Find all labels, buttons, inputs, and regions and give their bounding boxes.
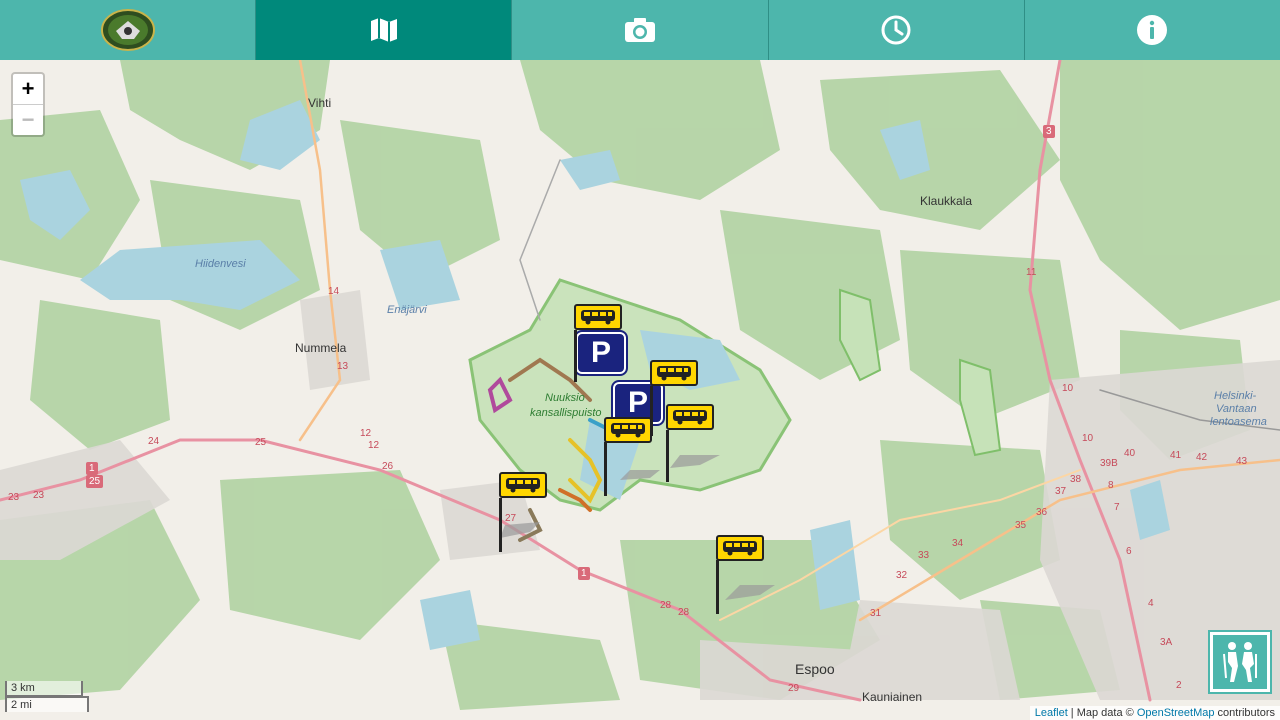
place-vihti: Vihti: [308, 96, 332, 110]
bus-stop-marker[interactable]: [604, 417, 652, 443]
top-nav: [0, 0, 1280, 60]
map-canvas[interactable]: Vihti Hiidenvesi Nummela Enäjärvi Nuuksi…: [0, 60, 1280, 720]
tab-home-logo[interactable]: [0, 0, 257, 60]
place-kauniainen: Kauniainen: [862, 690, 923, 704]
road-40: 40: [1124, 448, 1136, 459]
road-41: 41: [1170, 450, 1182, 461]
zoom-out-button[interactable]: −: [13, 104, 43, 135]
logo-icon: [100, 9, 155, 51]
road-28b: 28: [678, 607, 690, 618]
road-badge-3: 3: [1043, 125, 1055, 138]
camera-icon: [625, 18, 655, 42]
road-34: 34: [952, 538, 964, 549]
road-37: 37: [1055, 486, 1067, 497]
tab-map[interactable]: [256, 0, 513, 60]
place-nummela: Nummela: [295, 341, 347, 355]
place-airport-2: Vantaan: [1216, 403, 1257, 415]
scale-bar: 3 km 2 mi: [5, 681, 89, 712]
road-4: 4: [1148, 598, 1154, 609]
scale-imperial: 2 mi: [5, 696, 89, 712]
road-2: 2: [1176, 680, 1182, 691]
road-43: 43: [1236, 456, 1248, 467]
tab-camera[interactable]: [512, 0, 769, 60]
road-27: 27: [505, 513, 517, 524]
place-nuuksio: Nuuksio: [545, 392, 585, 404]
bus-pole: [666, 430, 669, 482]
hiking-button[interactable]: [1208, 630, 1272, 694]
hikers-icon: [1223, 642, 1257, 682]
road-13: 13: [337, 361, 349, 372]
road-39b: 39B: [1100, 458, 1118, 469]
place-nuuksio-park: kansallispuisto: [530, 407, 602, 419]
clock-icon: [881, 15, 911, 45]
attribution-suffix: contributors: [1214, 707, 1275, 719]
tab-history[interactable]: [769, 0, 1025, 60]
place-hiidenvesi: Hiidenvesi: [195, 258, 246, 270]
place-airport-1: Helsinki-: [1214, 390, 1257, 402]
bus-stop-marker[interactable]: [574, 304, 622, 330]
tab-info[interactable]: [1025, 0, 1280, 60]
road-3a: 3A: [1160, 637, 1173, 648]
road-10a: 10: [1062, 383, 1074, 394]
bus-icon: [506, 478, 540, 493]
zoom-in-button[interactable]: +: [13, 74, 43, 104]
road-badge-25: 25: [86, 475, 104, 488]
bus-stop-marker[interactable]: [716, 535, 764, 561]
scale-metric: 3 km: [5, 681, 83, 697]
road-23b: 23: [33, 490, 45, 501]
road-12b: 12: [368, 440, 380, 451]
attribution: Leaflet | Map data © OpenStreetMap contr…: [1029, 706, 1280, 720]
place-enajarvi: Enäjärvi: [387, 304, 427, 316]
info-icon: [1137, 15, 1168, 45]
parking-marker[interactable]: P: [574, 330, 628, 376]
road-26: 26: [382, 461, 394, 472]
road-14: 14: [328, 286, 340, 297]
place-espoo: Espoo: [795, 661, 835, 677]
road-12a: 12: [360, 428, 372, 439]
bus-stop-marker[interactable]: [650, 360, 698, 386]
road-36: 36: [1036, 507, 1048, 518]
bus-pole: [716, 560, 719, 614]
road-28a: 28: [660, 600, 672, 611]
road-38: 38: [1070, 474, 1082, 485]
zoom-control: + −: [11, 72, 45, 137]
road-29: 29: [788, 683, 800, 694]
bus-icon: [723, 541, 757, 556]
bus-pole: [499, 498, 502, 552]
leaflet-link[interactable]: Leaflet: [1035, 707, 1068, 719]
road-11: 11: [1026, 267, 1037, 278]
bus-icon: [657, 366, 691, 381]
osm-link[interactable]: OpenStreetMap: [1137, 707, 1215, 719]
bus-stop-marker[interactable]: [499, 472, 547, 498]
road-32: 32: [896, 570, 908, 581]
road-25: 25: [255, 437, 267, 448]
place-klaukkala: Klaukkala: [920, 194, 973, 208]
bus-icon: [581, 310, 615, 325]
place-airport-3: lentoasema: [1210, 416, 1267, 428]
road-6: 6: [1126, 546, 1132, 557]
map-icon: [370, 18, 397, 42]
road-10b: 10: [1082, 433, 1094, 444]
road-35: 35: [1015, 520, 1027, 531]
bus-stop-marker[interactable]: [666, 404, 714, 430]
road-42: 42: [1196, 452, 1208, 463]
attribution-sep: | Map data ©: [1067, 707, 1137, 719]
bus-pole: [574, 330, 577, 380]
bus-pole: [604, 442, 607, 496]
road-8: 8: [1108, 480, 1114, 491]
road-31: 31: [870, 608, 882, 619]
road-33: 33: [918, 550, 930, 561]
road-badge-1b: 1: [578, 567, 590, 580]
road-23a: 23: [8, 492, 20, 503]
road-7: 7: [1114, 502, 1120, 513]
road-badge-1: 1: [86, 462, 98, 475]
bus-icon: [673, 410, 707, 425]
road-24: 24: [148, 436, 160, 447]
bus-icon: [611, 423, 645, 438]
